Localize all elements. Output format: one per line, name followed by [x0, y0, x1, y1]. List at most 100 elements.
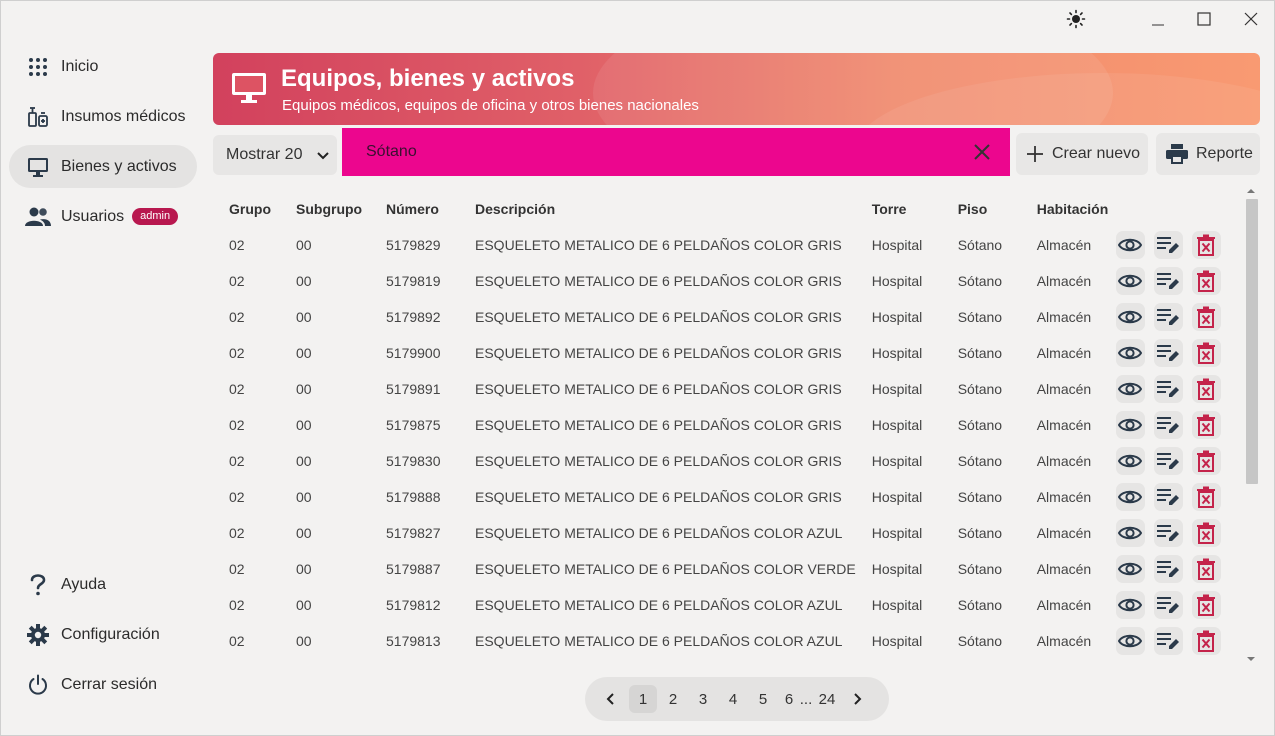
table-row[interactable]: 02 00 5179819 ESQUELETO METALICO DE 6 PELDA… [213, 263, 1221, 299]
page-button-4[interactable]: 4 [719, 685, 747, 713]
delete-button[interactable] [1191, 591, 1221, 619]
delete-button[interactable] [1191, 555, 1221, 583]
close-icon[interactable] [1238, 7, 1264, 31]
table-row[interactable]: 02 00 5179888 ESQUELETO METALICO DE 6 PELDA… [213, 479, 1221, 515]
edit-button[interactable] [1153, 447, 1183, 475]
edit-button[interactable] [1153, 519, 1183, 547]
table-row[interactable]: 02 00 5179830 ESQUELETO METALICO DE 6 PELDA… [213, 443, 1221, 479]
cell-numero: 5179875 [386, 417, 441, 433]
delete-button[interactable] [1191, 375, 1221, 403]
delete-button[interactable] [1191, 339, 1221, 367]
column-header-habitacion[interactable]: Habitación [1021, 191, 1116, 227]
cell-torre: Hospital [871, 525, 923, 541]
view-button[interactable] [1115, 267, 1145, 295]
sidebar-item-usuarios[interactable]: Usuarios admin [9, 195, 197, 238]
row-actions [1115, 407, 1221, 443]
view-button[interactable] [1115, 303, 1145, 331]
page-button-1[interactable]: 1 [629, 685, 657, 713]
view-button[interactable] [1115, 591, 1145, 619]
create-new-button[interactable]: Crear nuevo [1016, 133, 1148, 175]
column-header-descripcion[interactable]: Descripción [459, 191, 856, 227]
page-button-6[interactable]: 6 [779, 685, 799, 713]
table-row[interactable]: 02 00 5179829 ESQUELETO METALICO DE 6 PELDA… [213, 227, 1221, 263]
cell-grupo: 02 [229, 525, 245, 541]
table-row[interactable]: 02 00 5179891 ESQUELETO METALICO DE 6 PELDA… [213, 371, 1221, 407]
minimize-icon[interactable] [1145, 7, 1171, 31]
clear-search-icon[interactable] [972, 142, 992, 167]
edit-button[interactable] [1153, 339, 1183, 367]
column-header-numero[interactable]: Número [370, 191, 459, 227]
delete-button[interactable] [1191, 231, 1221, 259]
table-row[interactable]: 02 00 5179813 ESQUELETO METALICO DE 6 PELDA… [213, 623, 1221, 659]
cell-subgrupo: 00 [296, 489, 312, 505]
page-button-5[interactable]: 5 [749, 685, 777, 713]
column-header-torre[interactable]: Torre [856, 191, 942, 227]
eye-icon [1118, 525, 1143, 541]
scroll-up-icon[interactable] [1246, 187, 1256, 195]
eye-icon [1118, 633, 1143, 649]
edit-button[interactable] [1153, 303, 1183, 331]
maximize-icon[interactable] [1191, 7, 1217, 31]
table-row[interactable]: 02 00 5179892 ESQUELETO METALICO DE 6 PELDA… [213, 299, 1221, 335]
previous-page-icon[interactable] [597, 685, 625, 713]
cell-subgrupo: 00 [296, 309, 312, 325]
table-row[interactable]: 02 00 5179875 ESQUELETO METALICO DE 6 PELDA… [213, 407, 1221, 443]
view-button[interactable] [1115, 231, 1145, 259]
table-row[interactable]: 02 00 5179900 ESQUELETO METALICO DE 6 PELDA… [213, 335, 1221, 371]
delete-button[interactable] [1191, 627, 1221, 655]
report-button[interactable]: Reporte [1156, 133, 1260, 175]
view-button[interactable] [1115, 483, 1145, 511]
sidebar-item-configuracion[interactable]: Configuración [9, 613, 197, 656]
table-scrollbar[interactable] [1244, 187, 1258, 667]
cell-descripcion: ESQUELETO METALICO DE 6 PELDAÑOS COLOR G… [475, 273, 842, 289]
column-header-piso[interactable]: Piso [942, 191, 1021, 227]
sidebar-item-cerrar-sesion[interactable]: Cerrar sesión [9, 663, 197, 706]
page-size-select[interactable]: Mostrar 20 [213, 135, 337, 175]
next-page-icon[interactable] [843, 685, 871, 713]
cell-habitacion: Almacén [1036, 237, 1092, 253]
row-actions [1115, 299, 1221, 335]
delete-button[interactable] [1191, 519, 1221, 547]
edit-button[interactable] [1153, 483, 1183, 511]
column-header-subgrupo[interactable]: Subgrupo [280, 191, 370, 227]
edit-icon [1156, 522, 1180, 544]
table-row[interactable]: 02 00 5179812 ESQUELETO METALICO DE 6 PELDA… [213, 587, 1221, 623]
delete-button[interactable] [1191, 483, 1221, 511]
page-button-2[interactable]: 2 [659, 685, 687, 713]
edit-button[interactable] [1153, 375, 1183, 403]
delete-button[interactable] [1191, 447, 1221, 475]
sidebar-item-insumos[interactable]: Insumos médicos [9, 95, 197, 138]
edit-button[interactable] [1153, 591, 1183, 619]
view-button[interactable] [1115, 411, 1145, 439]
edit-button[interactable] [1153, 231, 1183, 259]
table-row[interactable]: 02 00 5179887 ESQUELETO METALICO DE 6 PELDA… [213, 551, 1221, 587]
edit-button[interactable] [1153, 411, 1183, 439]
sidebar-item-inicio[interactable]: Inicio [9, 45, 197, 88]
table-row[interactable]: 02 00 5179827 ESQUELETO METALICO DE 6 PELDA… [213, 515, 1221, 551]
page-button-3[interactable]: 3 [689, 685, 717, 713]
view-button[interactable] [1115, 555, 1145, 583]
cell-piso: Sótano [957, 345, 1003, 361]
sun-icon[interactable] [1063, 7, 1089, 31]
view-button[interactable] [1115, 339, 1145, 367]
view-button[interactable] [1115, 627, 1145, 655]
page-button-last[interactable]: 24 [813, 685, 841, 713]
search-input[interactable] [366, 143, 926, 161]
edit-icon [1156, 594, 1180, 616]
view-button[interactable] [1115, 447, 1145, 475]
edit-button[interactable] [1153, 267, 1183, 295]
delete-button[interactable] [1191, 267, 1221, 295]
column-header-grupo[interactable]: Grupo [213, 191, 280, 227]
edit-button[interactable] [1153, 555, 1183, 583]
view-button[interactable] [1115, 519, 1145, 547]
view-button[interactable] [1115, 375, 1145, 403]
scroll-down-icon[interactable] [1246, 655, 1256, 663]
delete-button[interactable] [1191, 303, 1221, 331]
delete-button[interactable] [1191, 411, 1221, 439]
sidebar-item-ayuda[interactable]: Ayuda [9, 563, 197, 606]
edit-button[interactable] [1153, 627, 1183, 655]
power-icon [25, 672, 51, 698]
search-field[interactable] [342, 128, 1010, 176]
scroll-thumb[interactable] [1246, 199, 1258, 484]
sidebar-item-bienes[interactable]: Bienes y activos [9, 145, 197, 188]
